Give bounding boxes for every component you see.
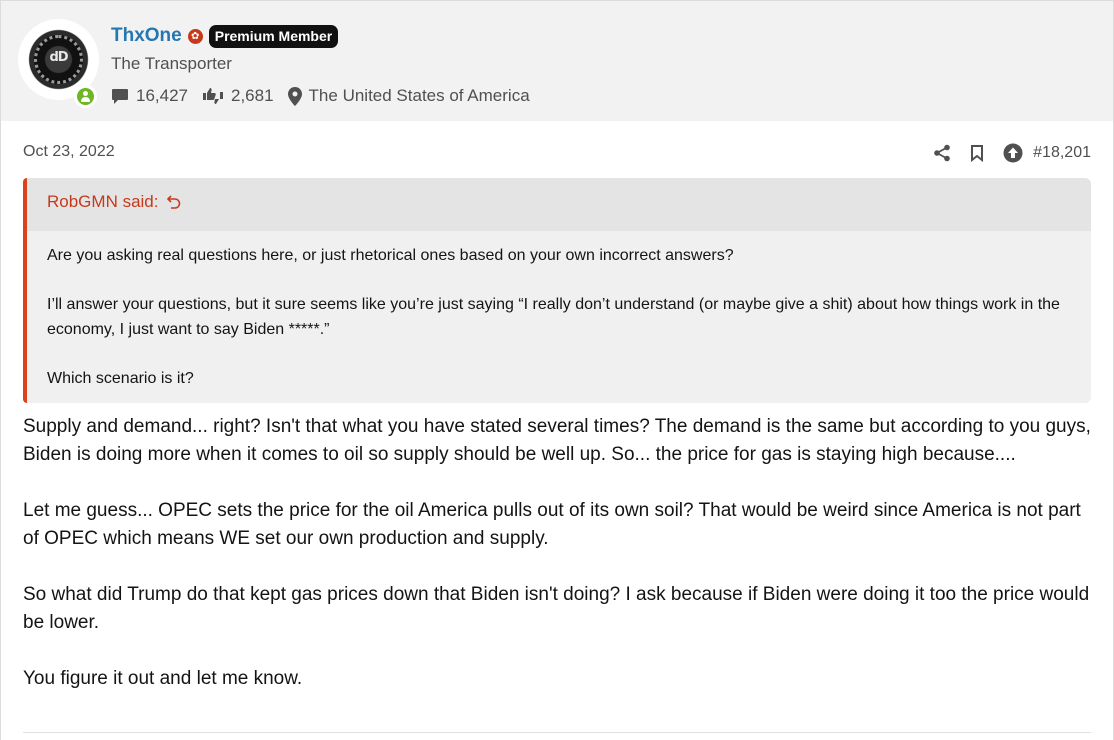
online-status-icon [74, 85, 97, 108]
messages-count: 16,427 [136, 86, 188, 105]
post-footer-divider [23, 732, 1091, 733]
post-border-left [0, 121, 1, 740]
user-title: The Transporter [111, 54, 232, 73]
thumbs-icon [203, 88, 223, 104]
post-actions: #18,201 [914, 141, 1091, 165]
premium-member-badge: Premium Member [208, 24, 339, 48]
message-paragraph: Supply and demand... right? Isn't that w… [23, 416, 1091, 465]
location-stat[interactable]: The United States of America [287, 86, 530, 106]
quote-paragraph: Which scenario is it? [47, 369, 194, 387]
location-pin-icon [287, 86, 302, 106]
reaction-score: 2,681 [231, 86, 274, 105]
avatar-image[interactable]: dD [24, 25, 93, 94]
star-icon: ✿ [187, 28, 203, 44]
post-date[interactable]: Oct 23, 2022 [23, 143, 115, 161]
message-paragraph: So what did Trump do that kept gas price… [23, 584, 1090, 633]
message-body: Supply and demand... right? Isn't that w… [23, 413, 1091, 721]
share-icon [934, 144, 950, 162]
upvote-icon [1003, 143, 1023, 163]
jump-to-quote-icon[interactable] [166, 194, 182, 211]
quote-author[interactable]: RobGMN said: [47, 192, 158, 212]
username-link[interactable]: ThxOne [111, 25, 182, 47]
quote-header[interactable]: RobGMN said: [27, 178, 1091, 231]
message-paragraph: Let me guess... OPEC sets the price for … [23, 500, 1081, 549]
upvote-button[interactable] [1003, 143, 1023, 163]
user-info-header: dD ThxOne ✿ Premium Member The Transport… [0, 0, 1114, 121]
location-text: The United States of America [308, 86, 530, 105]
share-button[interactable] [933, 144, 951, 162]
reaction-score-stat[interactable]: 2,681 [202, 86, 274, 106]
username-row: ThxOne ✿ Premium Member [111, 23, 339, 49]
post-number-link[interactable]: #18,201 [1033, 144, 1091, 162]
quote-paragraph: I’ll answer your questions, but it sure … [47, 296, 1060, 338]
messages-stat[interactable]: 16,427 [111, 86, 188, 106]
quote-content: Are you asking real questions here, or j… [27, 231, 1091, 391]
user-stats: 16,427 2,681 The United States of Americ… [111, 84, 544, 108]
quote-paragraph: Are you asking real questions here, or j… [47, 247, 734, 264]
message-paragraph: You figure it out and let me know. [23, 668, 303, 689]
quote-block: RobGMN said: Are you asking real questio… [23, 178, 1091, 403]
bookmark-button[interactable] [970, 144, 984, 162]
post-meta-bar: Oct 23, 2022 #18,201 [23, 141, 1091, 165]
comment-icon [112, 88, 128, 104]
avatar-logo: dD [49, 50, 68, 65]
bookmark-icon [971, 144, 984, 162]
